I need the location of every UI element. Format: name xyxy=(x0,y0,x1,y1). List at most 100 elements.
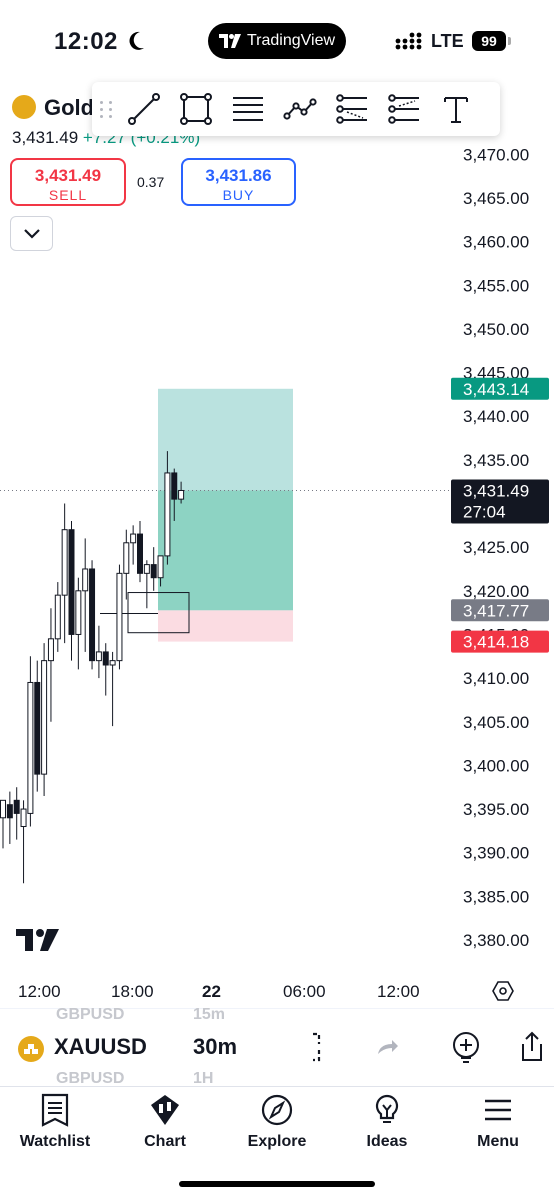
symbol-picker[interactable]: XAUUSD xyxy=(54,1034,147,1060)
candle-up xyxy=(61,529,68,596)
short-position-icon xyxy=(388,94,419,124)
candle-up xyxy=(109,660,116,666)
battery-icon: 99 xyxy=(472,31,506,51)
redo-icon[interactable] xyxy=(370,1030,404,1064)
candle-up xyxy=(123,542,130,574)
watchlist-icon xyxy=(41,1093,69,1127)
fib-retracement-tool[interactable] xyxy=(222,82,274,136)
buy-button[interactable]: 3,431.86 BUY xyxy=(181,158,296,206)
rectangle-tool[interactable] xyxy=(170,82,222,136)
price-chart[interactable]: 5.003,470.003,465.003,460.003,455.003,45… xyxy=(0,84,554,1004)
candle-up xyxy=(47,638,54,662)
drag-handle-icon[interactable] xyxy=(100,100,118,118)
nav-explore[interactable]: Explore xyxy=(222,1087,332,1167)
add-indicator-icon[interactable] xyxy=(449,1030,483,1064)
y-axis-label: 3,390.00 xyxy=(463,844,529,863)
time-axis-label: 06:00 xyxy=(283,982,326,1001)
gold-bars-icon xyxy=(18,1036,44,1062)
drawing-toolbar xyxy=(92,82,500,136)
spread-value: 0.37 xyxy=(137,174,165,190)
y-axis-label: 3,385.00 xyxy=(463,887,529,906)
network-type: LTE xyxy=(431,31,464,51)
nav-menu-label: Menu xyxy=(477,1133,519,1150)
nav-ideas[interactable]: Ideas xyxy=(332,1087,442,1167)
tradingview-logo-icon xyxy=(218,34,241,48)
y-axis-label: 3,470.00 xyxy=(463,145,529,164)
loss-zone xyxy=(158,610,293,642)
candle-up xyxy=(20,808,27,828)
candle-down xyxy=(137,533,143,574)
lightbulb-icon xyxy=(375,1094,399,1123)
collapse-legend-button[interactable] xyxy=(10,216,53,251)
compass-icon xyxy=(261,1094,293,1126)
y-axis-label: 3,460.00 xyxy=(463,233,529,252)
symbol-name[interactable]: Gold xyxy=(44,95,94,121)
candle-up xyxy=(95,651,102,662)
nav-ideas-label: Ideas xyxy=(366,1133,408,1150)
time-axis-label: 18:00 xyxy=(111,982,154,1001)
time-axis-label: 22 xyxy=(202,982,221,1001)
path-icon xyxy=(283,98,317,120)
y-axis-label: 3,405.00 xyxy=(463,713,529,732)
text-tool[interactable] xyxy=(430,82,482,136)
nav-chart-label: Chart xyxy=(144,1133,186,1150)
entry-price-tag: 3,417.77 xyxy=(463,601,529,620)
short-position-tool[interactable] xyxy=(378,82,430,136)
stop-price-tag: 3,414.18 xyxy=(463,633,529,652)
trend-line-tool[interactable] xyxy=(118,82,170,136)
buy-label: BUY xyxy=(222,186,255,203)
auto-scale-icon[interactable] xyxy=(492,980,514,1002)
ghost-ticker-top: GBPUSD xyxy=(56,1006,125,1023)
candle-down xyxy=(171,472,178,500)
battery-tip xyxy=(508,37,511,45)
chevron-down-icon xyxy=(23,228,40,239)
y-axis-label: 3,395.00 xyxy=(463,800,529,819)
time-axis-label: 12:00 xyxy=(377,982,420,1001)
battery-level: 99 xyxy=(481,33,497,49)
share-icon[interactable] xyxy=(515,1030,549,1064)
interval-picker[interactable]: 30m xyxy=(193,1034,237,1060)
candle-up xyxy=(41,660,48,775)
nav-watchlist[interactable]: Watchlist xyxy=(0,1087,110,1167)
candle-up xyxy=(130,533,137,544)
current-price-tag-countdown: 27:04 xyxy=(463,502,506,521)
gold-symbol-icon xyxy=(12,95,36,119)
candle-up xyxy=(75,590,82,635)
candle-up xyxy=(27,681,34,814)
y-axis-label: 3,410.00 xyxy=(463,669,529,688)
target-price-tag: 3,443.14 xyxy=(463,380,529,399)
hamburger-menu-icon xyxy=(485,1099,511,1121)
y-axis-label: 3,420.00 xyxy=(463,582,529,601)
path-tool[interactable] xyxy=(274,82,326,136)
candle-down xyxy=(89,568,96,662)
y-axis-label: 3,455.00 xyxy=(463,276,529,295)
status-time: 12:02 xyxy=(54,28,118,55)
fullscreen-icon[interactable] xyxy=(303,1030,337,1064)
candle-down xyxy=(150,564,157,579)
sell-price: 3,431.49 xyxy=(34,165,102,185)
sell-label: SELL xyxy=(48,186,88,203)
y-axis-label: 3,425.00 xyxy=(463,538,529,557)
buy-price: 3,431.86 xyxy=(205,165,272,185)
time-axis-label: 12:00 xyxy=(18,982,61,1001)
nav-watchlist-label: Watchlist xyxy=(19,1133,91,1150)
nav-menu[interactable]: Menu xyxy=(443,1087,553,1167)
long-position-icon xyxy=(336,94,367,124)
sell-button[interactable]: 3,431.49 SELL xyxy=(10,158,126,206)
dynamic-island: TradingView xyxy=(208,23,346,59)
nav-chart[interactable]: Chart xyxy=(110,1087,220,1167)
fib-lines-icon xyxy=(233,97,263,121)
y-axis-label: 3,465.00 xyxy=(463,189,529,208)
candle-down xyxy=(68,529,75,635)
candle-up xyxy=(116,572,123,662)
long-position-tool[interactable] xyxy=(326,82,378,136)
current-price-tag: 3,431.49 xyxy=(463,481,529,500)
moon-icon xyxy=(129,31,144,50)
signal-icon xyxy=(395,32,422,50)
chart-canvas[interactable]: 5.003,470.003,465.003,460.003,455.003,45… xyxy=(0,84,554,1004)
candle-up xyxy=(164,472,171,557)
candle-down xyxy=(102,651,109,666)
y-axis-label: 3,440.00 xyxy=(463,407,529,426)
y-axis-label: 3,380.00 xyxy=(463,931,529,950)
rectangle-icon xyxy=(180,93,212,125)
